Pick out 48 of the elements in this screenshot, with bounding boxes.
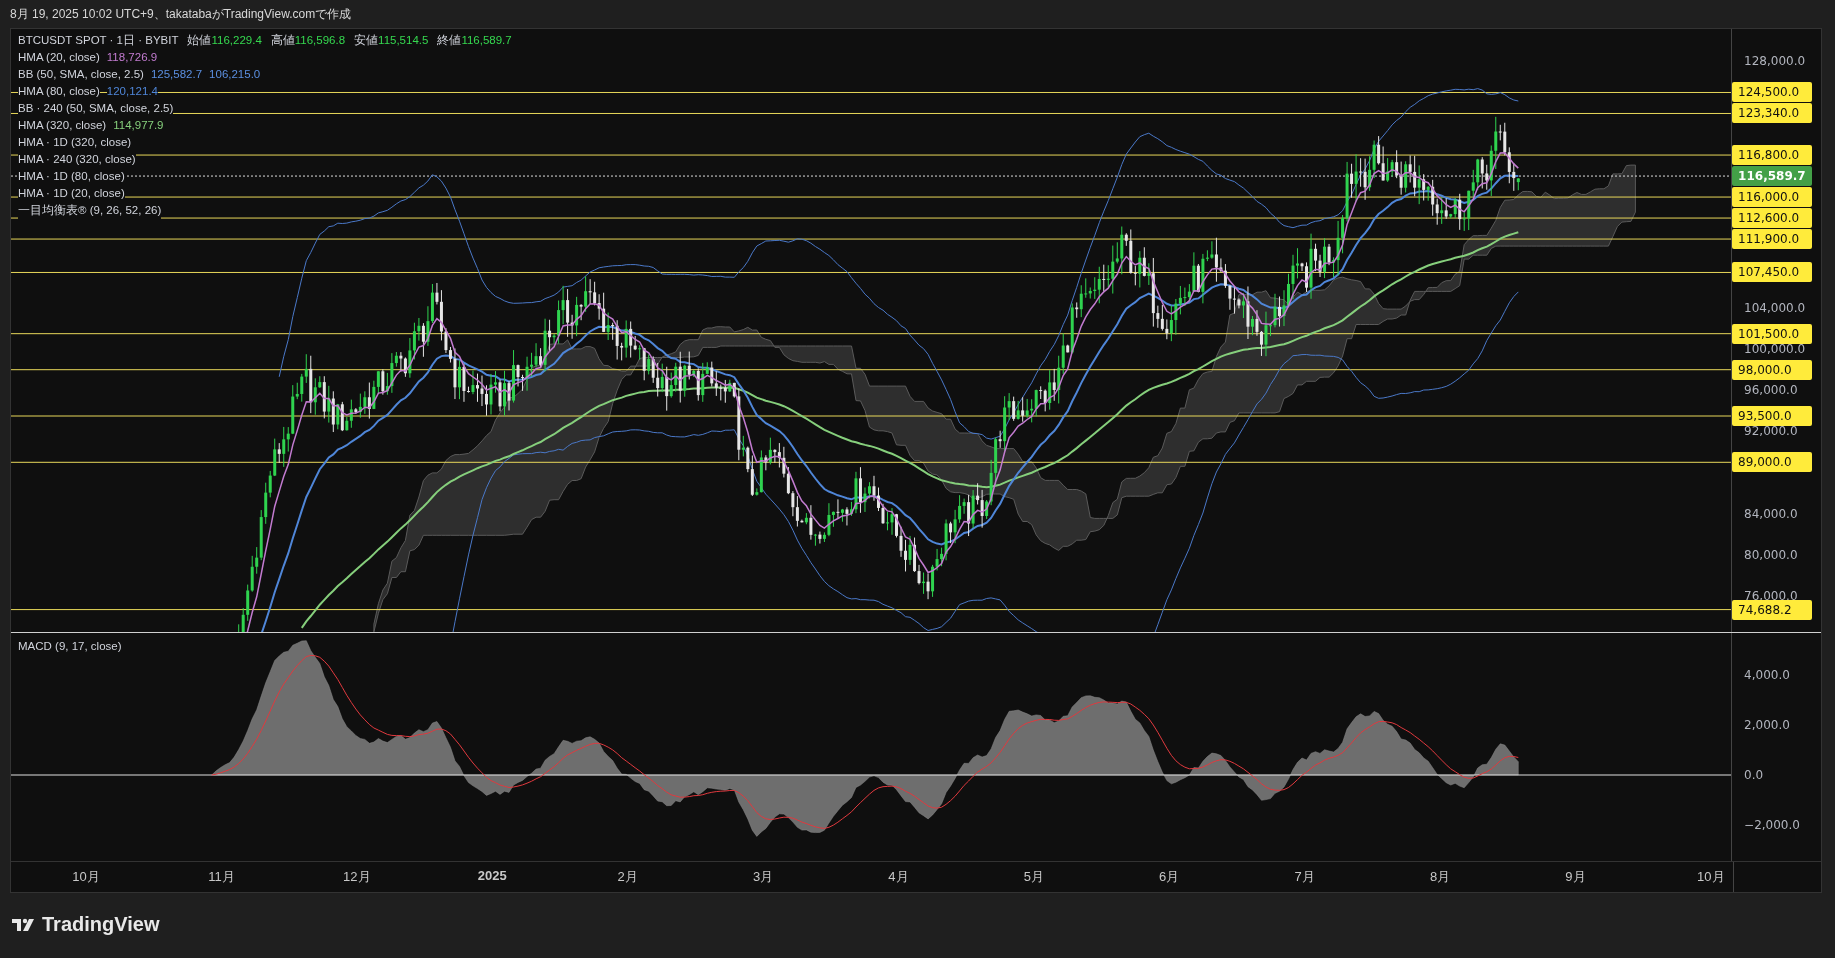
time-axis-label: 7月 bbox=[1294, 868, 1315, 886]
macd-title[interactable]: MACD (9, 17, close) bbox=[18, 640, 122, 652]
indicator-name[interactable]: HMA · 240 (320, close) bbox=[18, 151, 136, 168]
time-axis-label: 10月 bbox=[72, 868, 100, 886]
price-level-label: 93,500.0 bbox=[1732, 406, 1813, 426]
time-axis-label: 9月 bbox=[1565, 868, 1586, 886]
price-level-label: 74,688.2 bbox=[1732, 599, 1813, 620]
time-axis-label: 3月 bbox=[752, 868, 774, 886]
price-level-label: 123,340.0 bbox=[1732, 103, 1813, 124]
ohlc-label: 終値 bbox=[437, 32, 462, 49]
macd-tick-label: 0.0 bbox=[1744, 767, 1764, 784]
ohlc-label: 始値 bbox=[187, 32, 212, 49]
price-level-label: 101,500.0 bbox=[1732, 323, 1813, 344]
logo-icon bbox=[12, 916, 36, 933]
time-axis-label: 2月 bbox=[617, 868, 638, 886]
macd-tick-label: −2,000.0 bbox=[1744, 817, 1800, 834]
price-tick-label: 128,000.0 bbox=[1744, 53, 1806, 70]
price-level-label: 111,900.0 bbox=[1732, 229, 1813, 250]
time-axis-label: 6月 bbox=[1159, 868, 1180, 886]
price-tick-label: 84,000.0 bbox=[1744, 505, 1798, 523]
price-tick-label: 100,000.0 bbox=[1744, 341, 1806, 359]
brand-name[interactable]: TradingView bbox=[42, 913, 160, 936]
price-tick-label: 80,000.0 bbox=[1744, 546, 1798, 564]
price-level-label: 98,000.0 bbox=[1732, 359, 1813, 380]
price-level-label: 116,000.0 bbox=[1732, 187, 1813, 208]
price-tick-label: 92,000.0 bbox=[1744, 423, 1798, 441]
time-axis-label: 12月 bbox=[343, 868, 371, 886]
indicator-name[interactable]: 一目均衡表® (9, 26, 52, 26) bbox=[18, 202, 162, 219]
time-axis-label: 10月 bbox=[1697, 868, 1725, 886]
time-axis-label: 11月 bbox=[208, 868, 235, 886]
chart-caption: 8月 19, 2025 10:02 UTC+9、takatabaがTradingView.comで作成 bbox=[10, 5, 352, 23]
ohlc-label: 安値 bbox=[354, 32, 379, 49]
macd-tick-label: 2,000.0 bbox=[1744, 717, 1790, 734]
time-axis-label: 5月 bbox=[1023, 868, 1044, 886]
price-level-label: 107,450.0 bbox=[1732, 262, 1813, 283]
price-level-label: 112,600.0 bbox=[1732, 208, 1813, 229]
price-level-label: 89,000.0 bbox=[1732, 452, 1813, 473]
price-level-label: 116,800.0 bbox=[1732, 145, 1813, 166]
time-axis-label: 8月 bbox=[1429, 868, 1451, 886]
macd-tick-label: 4,000.0 bbox=[1744, 667, 1790, 684]
last-price-label: 116,589.7 bbox=[1732, 166, 1813, 187]
ohlc-label: 高値 bbox=[270, 32, 295, 49]
symbol-title[interactable]: BTCUSDT SPOT · 1日 · BYBIT bbox=[18, 32, 179, 49]
time-axis-label: 2025 bbox=[477, 868, 507, 883]
price-tick-label: 104,000.0 bbox=[1744, 299, 1806, 317]
price-level-label: 124,500.0 bbox=[1732, 82, 1813, 103]
price-tick-label: 96,000.0 bbox=[1744, 382, 1798, 400]
time-axis-label: 4月 bbox=[888, 868, 909, 886]
